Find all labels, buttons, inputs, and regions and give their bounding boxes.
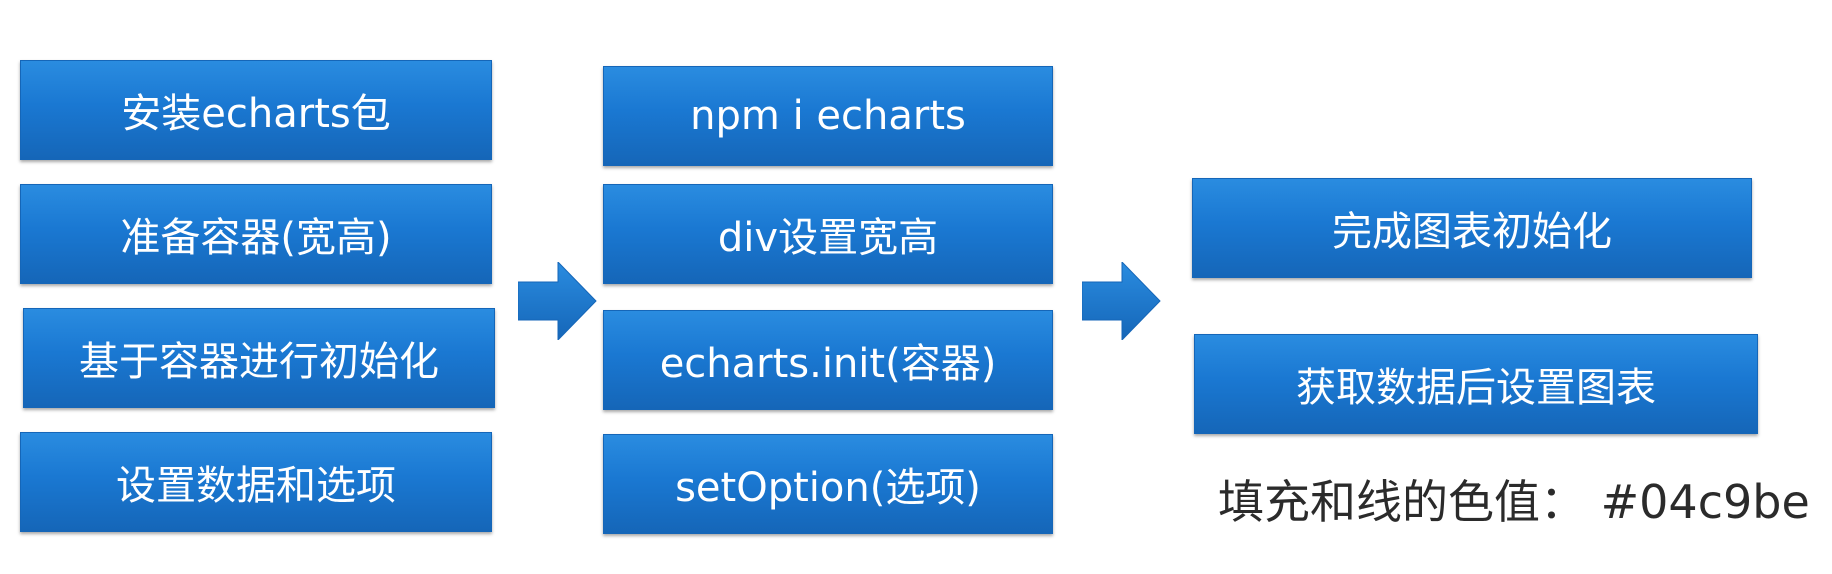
step-label: setOption(选项) xyxy=(675,465,981,511)
step-label: 完成图表初始化 xyxy=(1332,209,1612,255)
right-arrow-icon xyxy=(1082,262,1161,340)
step-prepare-container: 准备容器(宽高) xyxy=(20,184,492,284)
step-label: echarts.init(容器) xyxy=(659,341,997,387)
step-label: 获取数据后设置图表 xyxy=(1296,365,1656,411)
right-arrow-icon xyxy=(518,262,597,340)
color-note: 填充和线的色值： #04c9be xyxy=(1218,475,1810,529)
step-label: npm i echarts xyxy=(690,93,966,139)
step-label: div设置宽高 xyxy=(717,215,939,261)
step-set-data-options: 设置数据和选项 xyxy=(20,432,492,532)
step-label: 基于容器进行初始化 xyxy=(79,339,439,385)
step-npm-install: npm i echarts xyxy=(603,66,1053,166)
step-div-size: div设置宽高 xyxy=(603,184,1053,284)
step-init-on-container: 基于容器进行初始化 xyxy=(23,308,495,408)
step-chart-initialized: 完成图表初始化 xyxy=(1192,178,1752,278)
step-label: 设置数据和选项 xyxy=(116,463,396,509)
step-set-option: setOption(选项) xyxy=(603,434,1053,534)
step-label: 准备容器(宽高) xyxy=(120,215,392,261)
step-echarts-init: echarts.init(容器) xyxy=(603,310,1053,410)
step-fetch-data-set-chart: 获取数据后设置图表 xyxy=(1194,334,1758,434)
step-label: 安装echarts包 xyxy=(121,91,391,137)
step-install-echarts: 安装echarts包 xyxy=(20,60,492,160)
